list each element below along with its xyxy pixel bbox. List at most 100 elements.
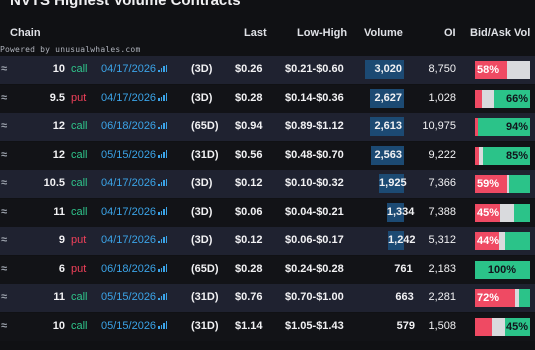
bid-ask-bar: 45% <box>475 317 530 336</box>
last-price: $0.26 <box>235 63 263 75</box>
bar-chart-icon <box>158 291 168 303</box>
bid-ask-percent: 72% <box>477 292 500 304</box>
volume-bar: 1,334 <box>386 202 414 222</box>
bid-ask-bar: 100% <box>475 260 530 279</box>
wave-icon: ≈ <box>1 205 8 218</box>
option-type: call <box>71 291 88 303</box>
bid-ask-percent: 58% <box>477 64 500 76</box>
open-interest: 7,366 <box>428 177 456 189</box>
volume-bar: 3,020 <box>365 60 404 79</box>
wave-icon: ≈ <box>1 234 8 246</box>
header-low-high[interactable]: Low-High <box>297 27 347 39</box>
days-to-expiry: (65D) <box>191 262 219 275</box>
table-row[interactable]: ≈11 call 05/15/2026 (31D) $0.76 $0.70-$1.00 66… <box>0 284 535 312</box>
bid-ask-percent: 94% <box>505 121 528 133</box>
open-interest: 5,312 <box>428 234 456 246</box>
expiry-link[interactable]: 04/17/2026 <box>101 63 168 75</box>
volume-bar: 761 <box>394 262 413 275</box>
days-to-expiry: (31D) <box>191 291 219 303</box>
option-type: put <box>71 262 87 275</box>
powered-by-label: Powered by unusualwhales.com <box>0 45 141 54</box>
header-chain[interactable]: Chain <box>10 27 41 39</box>
last-price: $0.12 <box>235 234 263 246</box>
table-row[interactable]: ≈9 put 04/17/2026 (3D) $0.12 $0.06-$0.17 1,242… <box>0 227 535 255</box>
expiry-link[interactable]: 05/15/2026 <box>101 320 168 332</box>
bid-segment <box>475 89 482 108</box>
low-high-range: $0.04-$0.21 <box>285 205 344 218</box>
expiry-link[interactable]: 04/17/2026 <box>101 234 168 246</box>
expiry-link[interactable]: 06/18/2026 <box>101 263 168 275</box>
bid-ask-percent: 45% <box>477 206 500 219</box>
last-price: $0.28 <box>235 262 263 275</box>
wave-icon: ≈ <box>1 291 8 303</box>
header-oi[interactable]: OI <box>444 27 456 39</box>
header-volume[interactable]: Volume <box>364 27 403 39</box>
table-row[interactable]: ≈9.5 put 04/17/2026 (3D) $0.28 $0.14-$0.36 2,6… <box>0 84 535 113</box>
table-row[interactable]: ≈10.5 call 04/17/2026 (3D) $0.12 $0.10-$0.32 1… <box>0 170 535 198</box>
table-row[interactable]: ≈11 call 04/17/2026 (3D) $0.06 $0.04-$0.21 1,3… <box>0 198 535 227</box>
bar-chart-icon <box>158 234 168 246</box>
ask-segment <box>513 203 530 222</box>
bid-ask-bar: 72% <box>475 289 530 307</box>
option-type: call <box>71 319 88 332</box>
low-high-range: $0.21-$0.60 <box>285 63 344 75</box>
option-type: call <box>71 148 88 161</box>
strike-price: 10 <box>52 63 65 75</box>
strike-price: 10.5 <box>43 177 65 189</box>
option-type: put <box>71 234 87 246</box>
open-interest: 10,975 <box>422 120 456 132</box>
strike-price: 10 <box>52 319 65 332</box>
volume-bar: 2,563 <box>370 145 404 165</box>
days-to-expiry: (31D) <box>191 148 219 161</box>
bid-ask-percent: 45% <box>505 320 528 333</box>
bid-ask-bar: 45% <box>475 203 530 222</box>
bid-ask-percent: 59% <box>477 178 500 190</box>
open-interest: 2,281 <box>428 291 456 303</box>
expiry-link[interactable]: 06/18/2026 <box>101 120 168 132</box>
expiry-link[interactable]: 04/17/2026 <box>101 92 168 104</box>
bid-ask-percent: 100% <box>487 263 516 276</box>
days-to-expiry: (31D) <box>191 319 219 332</box>
volume-bar: 663 <box>395 291 414 303</box>
bid-segment <box>475 146 480 165</box>
bid-ask-bar: 85% <box>475 146 530 165</box>
ask-segment <box>519 289 530 307</box>
strike-price: 11 <box>53 205 65 218</box>
wave-icon: ≈ <box>1 91 8 104</box>
page-title: NVTS Highest Volume Contracts <box>10 0 241 9</box>
bid-segment <box>475 317 492 336</box>
low-high-range: $0.70-$1.00 <box>285 291 344 303</box>
expiry-link[interactable]: 05/15/2026 <box>101 149 168 161</box>
expiry-link[interactable]: 04/17/2026 <box>101 206 168 218</box>
bid-ask-bar: 58% <box>475 61 530 79</box>
bar-chart-icon <box>158 63 168 75</box>
table-row[interactable]: ≈6 put 06/18/2026 (65D) $0.28 $0.24-$0.28 761 2… <box>0 255 535 284</box>
table-row[interactable]: ≈10 call 05/15/2026 (31D) $1.14 $1.05-$1.43 57… <box>0 312 535 341</box>
expiry-link[interactable]: 05/15/2026 <box>101 291 168 303</box>
open-interest: 2,183 <box>428 262 456 275</box>
bid-ask-percent: 85% <box>505 149 528 162</box>
low-high-range: $0.89-$1.12 <box>285 120 344 132</box>
low-high-range: $0.48-$0.70 <box>285 148 344 161</box>
table-row[interactable]: ≈12 call 06/18/2026 (65D) $0.94 $0.89-$1.12 2,… <box>0 113 535 141</box>
low-high-range: $1.05-$1.43 <box>285 319 344 332</box>
last-price: $1.14 <box>235 319 263 332</box>
last-price: $0.76 <box>235 291 263 303</box>
table-row[interactable]: ≈10 call 04/17/2026 (3D) $0.26 $0.21-$0.60 3,0… <box>0 56 535 84</box>
bid-ask-bar: 94% <box>475 118 530 136</box>
header-last[interactable]: Last <box>244 27 267 39</box>
table-row[interactable]: ≈12 call 05/15/2026 (31D) $0.56 $0.48-$0.70 2,… <box>0 141 535 170</box>
bid-ask-bar: 44% <box>475 232 530 250</box>
option-type: put <box>71 91 87 104</box>
strike-price: 6 <box>58 262 65 275</box>
expiry-link[interactable]: 04/17/2026 <box>101 177 168 189</box>
option-type: call <box>71 63 88 75</box>
header-bid-ask-vol[interactable]: Bid/Ask Vol <box>470 27 530 39</box>
bar-chart-icon <box>158 320 168 332</box>
strike-price: 12 <box>52 148 65 161</box>
open-interest: 1,028 <box>428 91 456 104</box>
days-to-expiry: (65D) <box>191 120 219 132</box>
volume-bar: 2,627 <box>370 88 404 108</box>
option-type: call <box>71 177 88 189</box>
days-to-expiry: (3D) <box>191 234 213 246</box>
